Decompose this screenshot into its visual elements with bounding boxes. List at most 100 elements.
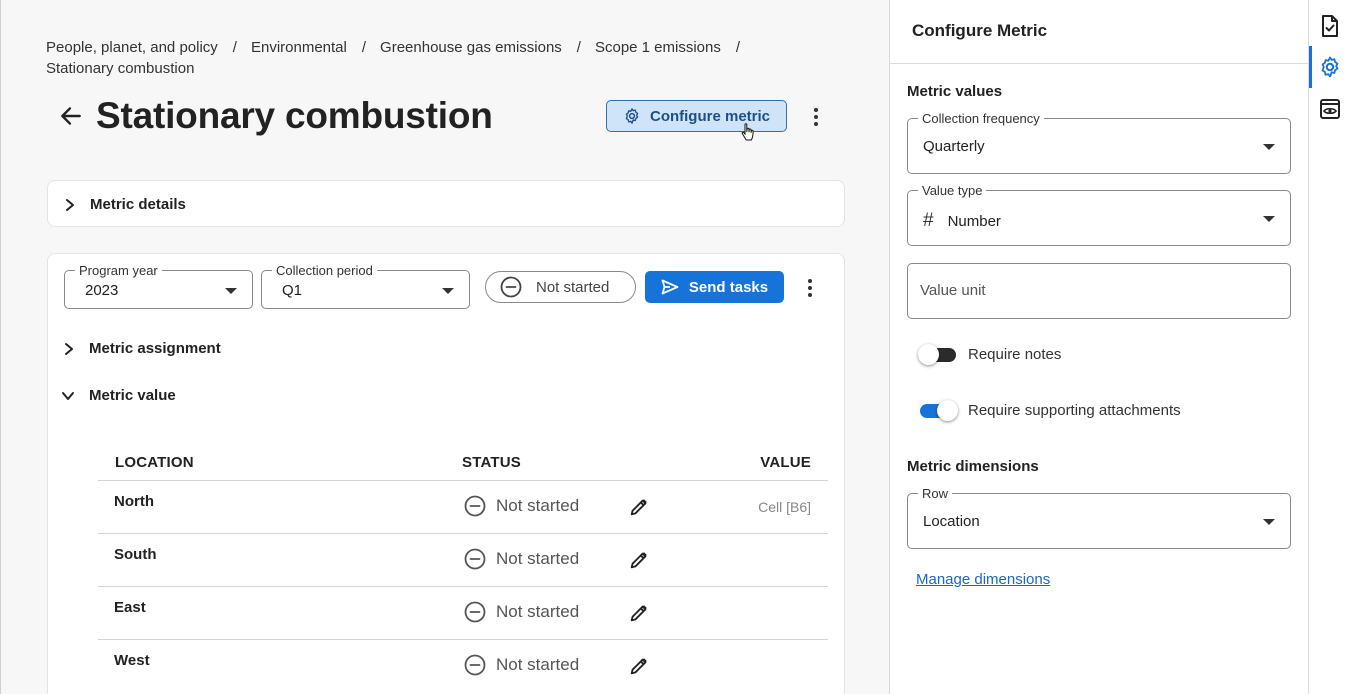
side-rail: [1308, 0, 1350, 694]
gear-icon: [1321, 56, 1339, 78]
table-row: East Not started: [98, 587, 828, 640]
breadcrumb: People, planet, and policy / Environmental…: [46, 37, 846, 79]
column-header-status: STATUS: [462, 454, 521, 471]
row-location: South: [114, 546, 157, 563]
pointer-hand-icon: [741, 123, 754, 141]
breadcrumb-item[interactable]: People, planet, and policy: [46, 39, 218, 56]
pencil-icon: [630, 552, 647, 569]
collection-frequency-select[interactable]: Collection frequency Quarterly: [907, 111, 1291, 174]
table-row: South Not started: [98, 534, 828, 587]
document-check-icon: [1322, 15, 1338, 37]
breadcrumb-item[interactable]: Scope 1 emissions: [595, 39, 721, 56]
column-header-value: VALUE: [760, 454, 811, 471]
breadcrumb-separator: /: [232, 39, 237, 56]
card-more-options-button[interactable]: [800, 276, 820, 300]
metric-value-toggle[interactable]: Metric value: [61, 387, 176, 404]
edit-button[interactable]: [628, 655, 650, 682]
require-notes-label: Require notes: [968, 345, 1062, 363]
breadcrumb-current: Stationary combustion: [46, 60, 195, 77]
main-content: People, planet, and policy / Environmental…: [0, 0, 889, 694]
require-attachments-label: Require supporting attachments: [968, 401, 1181, 419]
minus-circle-icon: [500, 276, 522, 298]
send-icon: [661, 279, 679, 295]
toggle-knob: [937, 400, 958, 421]
value-unit-placeholder: Value unit: [920, 282, 986, 299]
breadcrumb-item[interactable]: Greenhouse gas emissions: [380, 39, 562, 56]
program-year-value: 2023: [85, 282, 119, 299]
edit-button[interactable]: [628, 496, 650, 523]
edit-button[interactable]: [628, 549, 650, 576]
metric-value-label: Metric value: [89, 387, 176, 404]
row-value: Cell [B6]: [758, 499, 811, 515]
collection-period-select[interactable]: Collection period Q1: [261, 263, 470, 309]
caret-down-icon: [1263, 216, 1275, 222]
row-location: East: [114, 599, 146, 616]
metric-assignment-toggle[interactable]: Metric assignment: [63, 340, 221, 357]
row-location: West: [114, 652, 150, 669]
row-status-label: Not started: [496, 549, 580, 568]
page-more-options-button[interactable]: [806, 105, 826, 129]
manage-dimensions-link[interactable]: Manage dimensions: [916, 571, 1050, 588]
status-badge-label: Not started: [536, 278, 610, 296]
pencil-icon: [630, 658, 647, 675]
kebab-dot: [814, 122, 818, 126]
caret-down-icon: [1263, 144, 1275, 150]
row-dimension-select[interactable]: Row Location: [907, 486, 1291, 549]
require-attachments-toggle[interactable]: [918, 400, 958, 421]
kebab-dot: [808, 286, 812, 290]
arrow-left-icon: [61, 107, 81, 125]
app-root: People, planet, and policy / Environmental…: [0, 0, 1350, 694]
page-title: Stationary combustion: [96, 95, 493, 136]
metric-values-heading: Metric values: [907, 83, 1003, 100]
pencil-icon: [630, 499, 647, 516]
value-type-text: Number: [947, 212, 1001, 230]
table-row: West Not started: [98, 640, 828, 693]
send-tasks-button[interactable]: Send tasks: [645, 271, 784, 303]
edit-button[interactable]: [628, 602, 650, 629]
panel-header: Configure Metric: [890, 0, 1308, 64]
row-location: North: [114, 493, 154, 510]
program-year-select[interactable]: Program year 2023: [64, 263, 253, 309]
rail-settings-button[interactable]: [1309, 47, 1350, 87]
eye-preview-icon: [1320, 99, 1340, 119]
program-year-label: Program year: [75, 263, 162, 278]
caret-down-icon: [225, 288, 237, 294]
rail-preview-button[interactable]: [1309, 89, 1350, 129]
metric-details-label: Metric details: [90, 196, 186, 213]
breadcrumb-item[interactable]: Environmental: [251, 39, 347, 56]
caret-down-icon: [1263, 519, 1275, 525]
value-type-select[interactable]: Value type # Number: [907, 183, 1291, 246]
metric-assignment-label: Metric assignment: [89, 340, 221, 357]
breadcrumb-separator: /: [735, 39, 741, 56]
table-header: LOCATION STATUS VALUE: [98, 445, 828, 481]
kebab-dot: [814, 115, 818, 119]
collection-period-value: Q1: [282, 282, 303, 299]
send-tasks-label: Send tasks: [688, 278, 769, 296]
back-button[interactable]: [56, 101, 86, 131]
minus-circle-icon: [464, 548, 486, 570]
kebab-dot: [808, 279, 812, 283]
rail-tasks-button[interactable]: [1309, 6, 1350, 46]
collection-frequency-value: Quarterly: [923, 138, 985, 155]
row-status: Not started: [464, 495, 579, 517]
row-status-label: Not started: [496, 602, 580, 621]
chevron-right-icon: [65, 342, 73, 355]
row-dimension-label: Row: [918, 486, 953, 501]
caret-down-icon: [442, 288, 454, 294]
require-notes-row: Require notes: [918, 344, 1062, 365]
metric-dimensions-heading: Metric dimensions: [907, 458, 1039, 475]
row-dimension-value: Location: [923, 513, 980, 530]
require-notes-toggle[interactable]: [918, 344, 958, 365]
title-row: Stationary combustion: [56, 92, 493, 140]
configure-metric-button[interactable]: Configure metric: [606, 100, 787, 132]
toggle-knob: [918, 344, 939, 365]
column-header-location: LOCATION: [115, 454, 194, 471]
row-status: Not started: [464, 654, 579, 676]
row-status-label: Not started: [496, 655, 580, 674]
value-unit-input[interactable]: Value unit: [907, 263, 1291, 319]
row-status: Not started: [464, 548, 579, 570]
table-row: North Not started Cell [B6]: [98, 481, 828, 534]
metric-details-toggle[interactable]: Metric details: [64, 196, 186, 213]
collection-period-label: Collection period: [272, 263, 377, 278]
value-type-label: Value type: [918, 183, 987, 198]
